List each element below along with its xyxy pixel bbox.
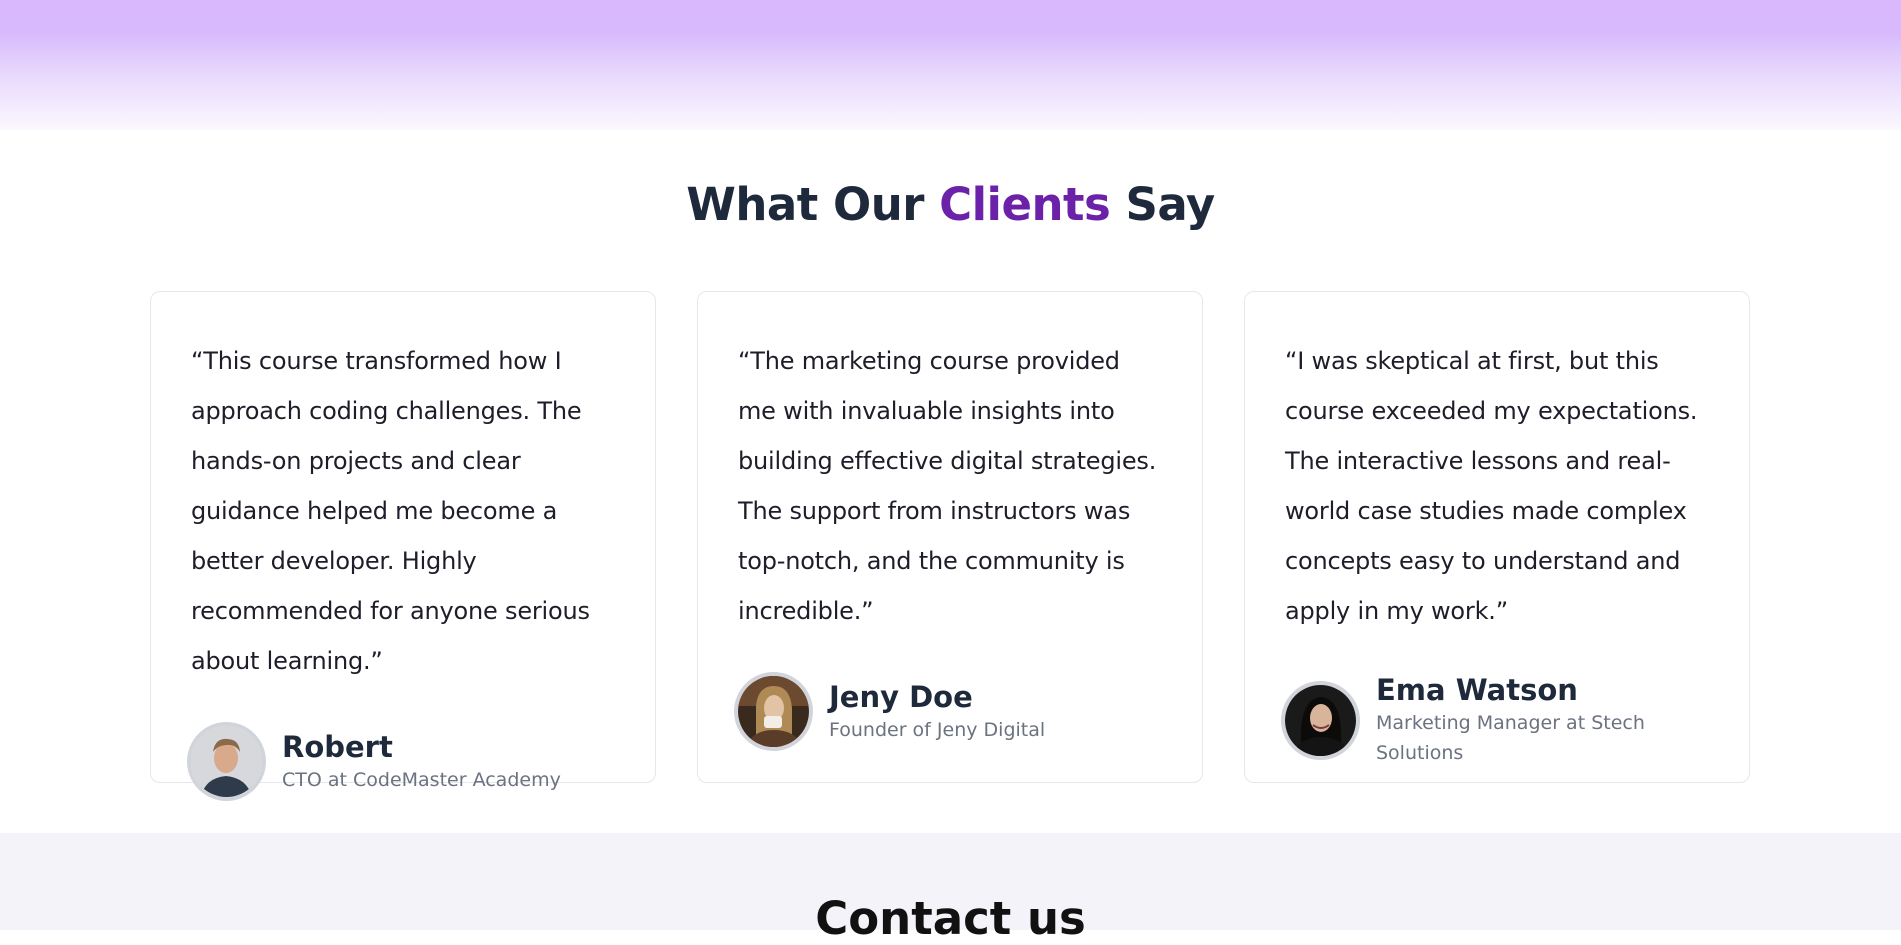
author-name: Jeny Doe xyxy=(829,679,973,714)
testimonial-card: “I was skeptical at first, but this cour… xyxy=(1244,291,1750,783)
contact-title: Contact us xyxy=(815,892,1086,945)
title-accent: Clients xyxy=(939,178,1111,231)
hero-gradient-band xyxy=(0,0,1901,130)
testimonial-card: “This course transformed how I approach … xyxy=(150,291,656,801)
title-suffix: Say xyxy=(1110,178,1216,231)
testimonial-card: “The marketing course provided me with i… xyxy=(697,291,1203,783)
testimonial-author: Jeny Doe Founder of Jeny Digital xyxy=(734,672,1162,751)
testimonial-quote: “I was skeptical at first, but this cour… xyxy=(1285,347,1698,625)
testimonial-author: Ema Watson Marketing Manager at Stech So… xyxy=(1281,672,1709,768)
author-name: Ema Watson xyxy=(1376,673,1578,707)
avatar xyxy=(187,722,266,801)
testimonial-author: Robert CTO at CodeMaster Academy xyxy=(187,722,615,801)
avatar xyxy=(734,672,813,751)
section-title: What Our Clients Say xyxy=(0,178,1901,231)
title-prefix: What Our xyxy=(686,178,940,231)
author-name: Robert xyxy=(282,729,393,764)
author-role: CTO at CodeMaster Academy xyxy=(282,768,561,791)
testimonial-quote: “This course transformed how I approach … xyxy=(191,347,590,675)
avatar xyxy=(1281,680,1360,760)
testimonials-grid: “This course transformed how I approach … xyxy=(150,291,1750,801)
author-role: Founder of Jeny Digital xyxy=(829,718,1046,741)
testimonial-quote: “The marketing course provided me with i… xyxy=(738,347,1157,625)
author-role: Marketing Manager at Stech Solutions xyxy=(1376,712,1645,764)
